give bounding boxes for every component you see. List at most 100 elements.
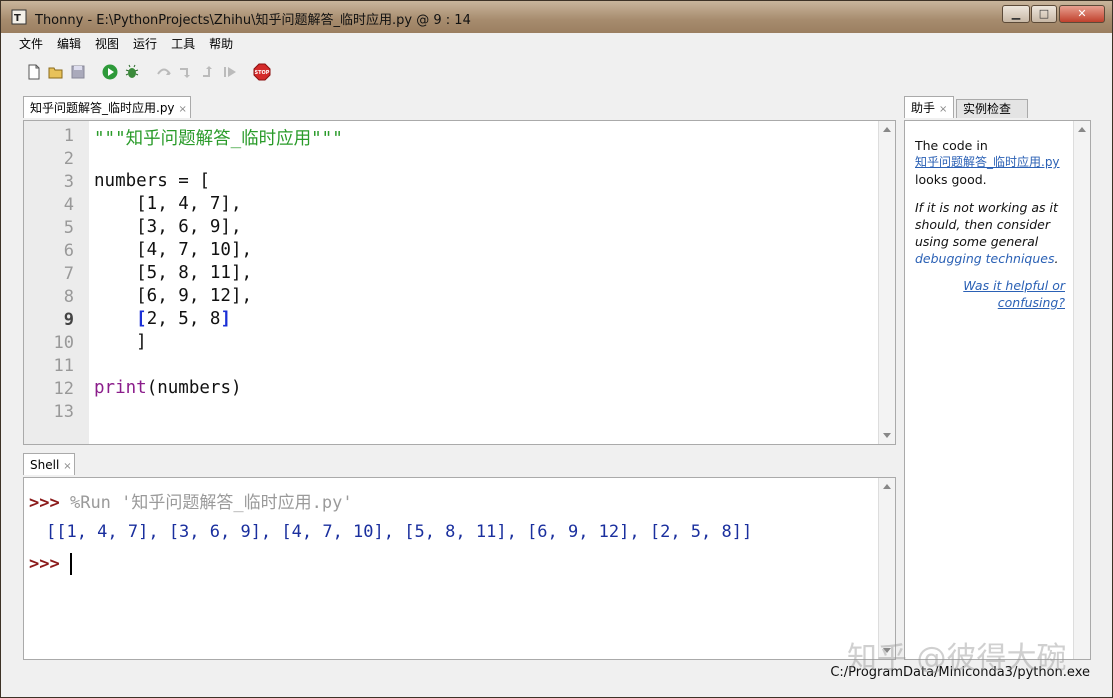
- shell-console[interactable]: >>> %Run '知乎问题解答_临时应用.py' [[1, 4, 7], [3…: [23, 477, 896, 660]
- line-number: 11: [53, 356, 74, 376]
- assistant-text: .: [1054, 251, 1059, 266]
- editor-scrollbar[interactable]: [878, 121, 895, 444]
- tab-close-icon[interactable]: ×: [939, 104, 947, 115]
- line-number: 12: [53, 379, 74, 399]
- thonny-app-icon: T: [11, 9, 27, 25]
- code-line-current: [2, 5, 8]: [94, 309, 231, 329]
- tab-label: 实例检查: [963, 102, 1012, 116]
- assistant-message: The code in 知乎问题解答_临时应用.py looks good.: [915, 137, 1065, 188]
- assistant-text: looks good.: [915, 172, 987, 187]
- svg-text:T: T: [14, 13, 21, 24]
- line-number-gutter: 1 2 3 4 5 6 7 8 9 10 11 12 13: [24, 121, 89, 444]
- code-line: [5, 8, 11],: [94, 263, 253, 283]
- line-number: 13: [53, 402, 74, 422]
- line-number: 6: [63, 241, 74, 261]
- code-line: print(numbers): [94, 378, 242, 398]
- shell-scrollbar[interactable]: [878, 478, 895, 659]
- feedback-link-wrap: Was it helpful or confusing?: [915, 277, 1065, 311]
- shell-output: [[1, 4, 7], [3, 6, 9], [4, 7, 10], [5, 8…: [46, 522, 753, 542]
- maximize-button[interactable]: □: [1031, 5, 1057, 23]
- assistant-scrollbar[interactable]: [1073, 121, 1090, 659]
- code-line: ]: [94, 332, 147, 352]
- menu-edit[interactable]: 编辑: [51, 33, 87, 52]
- feedback-link[interactable]: Was it helpful or confusing?: [963, 278, 1065, 310]
- scroll-up-icon[interactable]: [883, 484, 891, 489]
- line-number: 10: [53, 333, 74, 353]
- assistant-tab-bar: 助手 × 实例检查: [904, 96, 1091, 120]
- resume-icon[interactable]: [221, 63, 239, 81]
- close-button[interactable]: ✕: [1059, 5, 1105, 23]
- text-cursor: [69, 553, 72, 575]
- step-into-icon[interactable]: [177, 63, 195, 81]
- tab-close-icon[interactable]: ×: [63, 461, 71, 472]
- shell-input-line[interactable]: >>>: [29, 553, 72, 575]
- line-number-current: 9: [63, 310, 74, 330]
- minimize-button[interactable]: ▁: [1002, 5, 1030, 23]
- tab-label: 助手: [911, 101, 936, 115]
- run-icon[interactable]: [101, 63, 119, 81]
- line-number: 7: [63, 264, 74, 284]
- tab-object-inspector[interactable]: 实例检查: [956, 99, 1028, 118]
- debugging-techniques-link[interactable]: debugging techniques: [915, 251, 1055, 266]
- menu-file[interactable]: 文件: [13, 33, 49, 52]
- tab-label: Shell: [30, 458, 60, 472]
- stop-icon[interactable]: STOP: [253, 63, 271, 81]
- tab-label: 知乎问题解答_临时应用.py: [30, 101, 175, 115]
- maximize-icon: □: [1038, 7, 1050, 20]
- code-line: [6, 9, 12],: [94, 286, 253, 306]
- code-line: """知乎问题解答_临时应用""": [94, 129, 343, 149]
- window-title: Thonny - E:\PythonProjects\Zhihu\知乎问题解答_…: [35, 13, 471, 28]
- shell-tab-bar: Shell ×: [23, 453, 896, 477]
- menu-bar: 文件 编辑 视图 运行 工具 帮助: [1, 33, 1112, 53]
- code-editor[interactable]: 1 2 3 4 5 6 7 8 9 10 11 12 13 """知乎问题解答_…: [23, 120, 896, 445]
- line-number: 4: [63, 195, 74, 215]
- matched-bracket-close: ]: [220, 309, 232, 329]
- matched-bracket-open: [: [136, 309, 147, 329]
- code-line: [3, 6, 9],: [94, 217, 242, 237]
- assistant-text: If it is not working as it should, then …: [915, 200, 1058, 249]
- menu-view[interactable]: 视图: [89, 33, 125, 52]
- shell-run-line: >>> %Run '知乎问题解答_临时应用.py': [29, 488, 353, 513]
- assistant-panel: The code in 知乎问题解答_临时应用.py looks good. I…: [904, 120, 1091, 660]
- line-number: 5: [63, 218, 74, 238]
- assistant-hint: If it is not working as it should, then …: [915, 199, 1065, 267]
- line-number: 3: [63, 172, 74, 192]
- close-icon: ✕: [1077, 7, 1087, 20]
- step-over-icon[interactable]: [155, 63, 173, 81]
- stop-label: STOP: [255, 70, 270, 76]
- menu-tools[interactable]: 工具: [165, 33, 201, 52]
- run-command: %Run '知乎问题解答_临时应用.py': [69, 493, 353, 513]
- code-line: [4, 7, 10],: [94, 240, 253, 260]
- scroll-up-icon[interactable]: [883, 127, 891, 132]
- code-line: numbers = [: [94, 171, 210, 191]
- tab-editor-file[interactable]: 知乎问题解答_临时应用.py ×: [23, 96, 191, 118]
- thonny-window: T Thonny - E:\PythonProjects\Zhihu\知乎问题解…: [0, 0, 1113, 698]
- code-fragment: (numbers): [146, 378, 242, 398]
- shell-prompt: >>>: [29, 554, 60, 574]
- toolbar: STOP: [1, 53, 1112, 91]
- tab-close-icon[interactable]: ×: [179, 104, 187, 115]
- print-keyword: print: [94, 378, 147, 398]
- scroll-down-icon[interactable]: [883, 433, 891, 438]
- scroll-up-icon[interactable]: [1078, 127, 1086, 132]
- tab-shell[interactable]: Shell ×: [23, 453, 75, 475]
- watermark: 知乎 @彼得大碗: [847, 641, 1067, 676]
- new-file-icon[interactable]: [25, 63, 43, 81]
- line-number: 1: [63, 126, 74, 146]
- menu-run[interactable]: 运行: [127, 33, 163, 52]
- code-line: [1, 4, 7],: [94, 194, 242, 214]
- line-number: 8: [63, 287, 74, 307]
- minimize-icon: ▁: [1011, 7, 1021, 20]
- open-file-icon[interactable]: [47, 63, 65, 81]
- step-out-icon[interactable]: [199, 63, 217, 81]
- menu-help[interactable]: 帮助: [203, 33, 239, 52]
- debug-icon[interactable]: [123, 63, 141, 81]
- editor-tab-bar: 知乎问题解答_临时应用.py ×: [23, 96, 896, 120]
- tab-assistant[interactable]: 助手 ×: [904, 96, 954, 118]
- title-bar[interactable]: T Thonny - E:\PythonProjects\Zhihu\知乎问题解…: [1, 1, 1112, 33]
- line-number: 2: [63, 149, 74, 169]
- code-fragment: 2, 5, 8: [146, 309, 221, 329]
- save-file-icon[interactable]: [69, 63, 87, 81]
- file-link[interactable]: 知乎问题解答_临时应用.py: [915, 154, 1065, 171]
- shell-prompt: >>>: [29, 493, 60, 513]
